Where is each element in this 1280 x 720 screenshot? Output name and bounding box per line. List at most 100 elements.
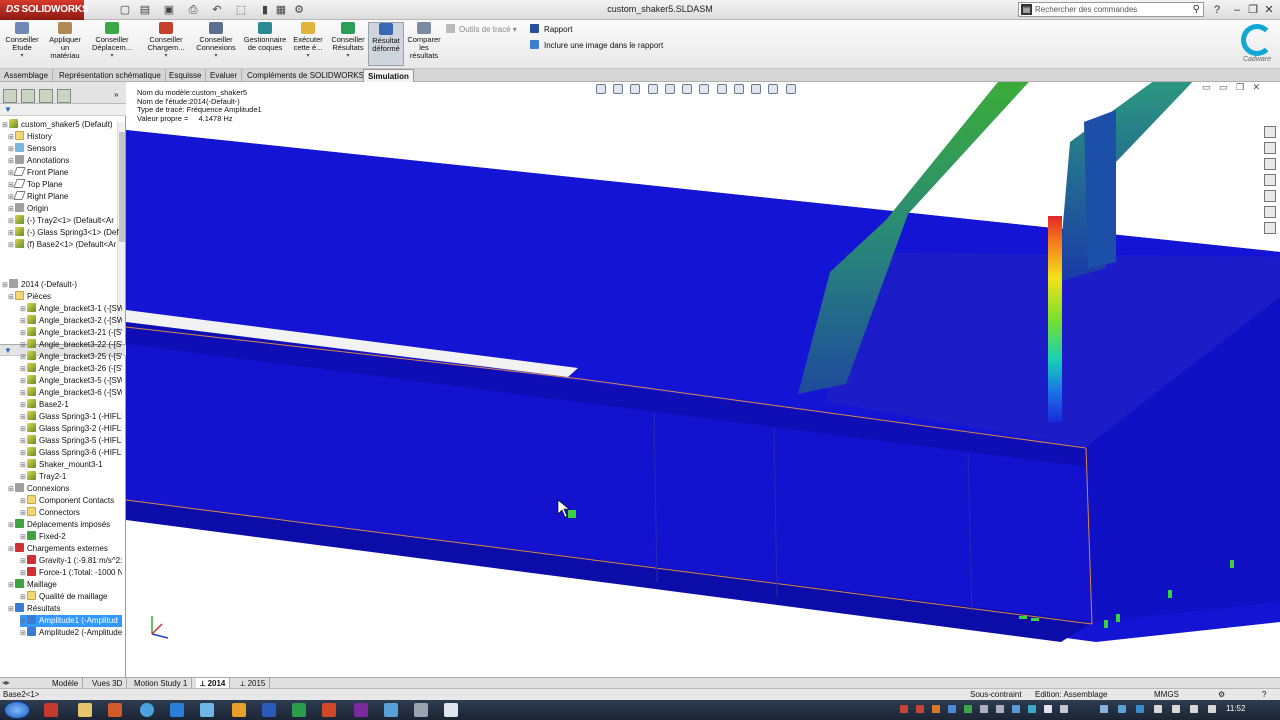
study-tree-item[interactable]: ⊞ Déplacements imposés: [8, 519, 122, 531]
print-icon[interactable]: ⎙: [186, 3, 200, 17]
tab-evaluate[interactable]: Evaluer: [206, 69, 243, 82]
expand-toggle-icon[interactable]: ⊞: [8, 292, 15, 303]
undo-icon[interactable]: ↶: [210, 3, 224, 17]
tray-app-icon[interactable]: [900, 705, 908, 713]
tab-simulation[interactable]: Simulation: [363, 69, 414, 82]
feature-tree-item[interactable]: ⊞ (f) Base2<1> (Default<Ar: [8, 239, 122, 251]
feature-tree-item[interactable]: ⊞ History: [8, 131, 122, 143]
study-tree-item[interactable]: ⊞ Connectors: [20, 507, 122, 519]
expand-toggle-icon[interactable]: ⊞: [20, 424, 27, 435]
expand-toggle-icon[interactable]: ⊞: [20, 568, 27, 579]
zoom-to-fit-icon[interactable]: [596, 84, 606, 94]
filter-icon[interactable]: ▼: [4, 346, 12, 355]
results-advisor-button[interactable]: Conseiller Résultats ▾: [329, 22, 367, 68]
study-tree-item[interactable]: ⊞ Angle_bracket3-1 (-[SW]: [20, 303, 122, 315]
study-tree-item[interactable]: ⊞ Angle_bracket3-25 (-[SW: [20, 351, 122, 363]
viewport-tile-icon[interactable]: ▭: [1219, 82, 1228, 92]
help-icon[interactable]: ?: [1210, 3, 1224, 17]
search-input[interactable]: Rechercher des commandes: [1035, 5, 1137, 14]
study-tree-item[interactable]: ⊞ Angle_bracket3-26 (-[SW: [20, 363, 122, 375]
new-document-icon[interactable]: ▢: [118, 3, 132, 17]
expand-toggle-icon[interactable]: ⊞: [20, 400, 27, 411]
start-button-icon[interactable]: [4, 701, 30, 719]
powerpoint-taskbar-icon[interactable]: [322, 703, 336, 717]
network-tray-icon[interactable]: [1154, 705, 1162, 713]
expand-toggle-icon[interactable]: ⊞: [8, 580, 15, 591]
expand-toggle-icon[interactable]: ⊞: [20, 364, 27, 375]
section-view-icon[interactable]: [647, 84, 658, 94]
expand-toggle-icon[interactable]: ⊞: [20, 532, 27, 543]
study-tree-item[interactable]: ⊞ Component Contacts: [20, 495, 122, 507]
restore-icon[interactable]: ❐: [1246, 3, 1260, 17]
file-explorer-tab-icon[interactable]: [1264, 158, 1276, 170]
tray-app-icon[interactable]: [1136, 705, 1144, 713]
study-tree-item[interactable]: ⊞ Glass Spring3-2 (-HIFLEX: [20, 423, 122, 435]
study-tree-item[interactable]: ⊞ Shaker_mount3-1: [20, 459, 122, 471]
expand-toggle-icon[interactable]: ⊞: [8, 204, 15, 215]
feature-tree-item[interactable]: ⊞ (-) Tray2<1> (Default<Ar: [8, 215, 122, 227]
expand-toggle-icon[interactable]: ⊞: [20, 388, 27, 399]
feature-tree-item[interactable]: ⊞ Annotations: [8, 155, 122, 167]
power-tray-icon[interactable]: [1190, 705, 1198, 713]
study-tree-item[interactable]: ⊞ Tray2-1: [20, 471, 122, 483]
expand-toggle-icon[interactable]: ⊞: [20, 436, 27, 447]
network-taskbar-icon[interactable]: [200, 703, 214, 717]
property-manager-tab-icon[interactable]: [21, 89, 35, 103]
custom-properties-tab-icon[interactable]: [1264, 206, 1276, 218]
zoom-area-icon[interactable]: [613, 84, 624, 94]
tray-app-icon[interactable]: [1012, 705, 1020, 713]
expand-toggle-icon[interactable]: ⊞: [20, 592, 27, 603]
tray-app-icon[interactable]: [916, 705, 924, 713]
graphics-area[interactable]: Nom du modèle:custom_shaker5 Nom de l'ét…: [126, 82, 1280, 677]
expand-toggle-icon[interactable]: ⊞: [8, 240, 15, 251]
expand-toggle-icon[interactable]: ⊞: [20, 472, 27, 483]
study-tree-item[interactable]: ⊞ Fixed-2: [20, 531, 122, 543]
tab-schematic[interactable]: Représentation schématique: [55, 69, 166, 82]
save-icon[interactable]: ▣: [162, 3, 176, 17]
expand-toggle-icon[interactable]: ⊞: [20, 556, 27, 567]
file-properties-icon[interactable]: ▦: [274, 3, 288, 17]
apply-scene-icon[interactable]: [751, 84, 762, 94]
study-tree-item[interactable]: ⊞ Gravity-1 (:-9.81 m/s^2:): [20, 555, 122, 567]
tray-app-icon[interactable]: [1044, 705, 1052, 713]
display-style-icon[interactable]: [699, 84, 710, 94]
internet-explorer-taskbar-icon[interactable]: [170, 703, 184, 717]
tray-app-icon[interactable]: [1100, 705, 1108, 713]
excel-taskbar-icon[interactable]: [292, 703, 306, 717]
expand-toggle-icon[interactable]: ⊞: [2, 280, 9, 291]
study-tree-item[interactable]: ⊞ Maillage: [8, 579, 122, 591]
expand-toggle-icon[interactable]: ⊞: [8, 132, 15, 143]
expand-toggle-icon[interactable]: ⊞: [20, 376, 27, 387]
viewport-minimize-icon[interactable]: ▭: [1202, 82, 1211, 92]
expand-toggle-icon[interactable]: ⊞: [20, 316, 27, 327]
tools-taskbar-icon[interactable]: [414, 703, 428, 717]
configuration-tab-icon[interactable]: [39, 89, 53, 103]
expand-toggle-icon[interactable]: ⊞: [8, 228, 15, 239]
feature-tree-item[interactable]: ⊞ Right Plane: [8, 191, 122, 203]
tray-app-icon[interactable]: [964, 705, 972, 713]
result-color-legend[interactable]: [1048, 216, 1062, 422]
report-button[interactable]: Rapport: [530, 24, 572, 34]
shell-manager-button[interactable]: Gestionnaire de coques: [241, 22, 289, 68]
expand-toggle-icon[interactable]: ⊞: [20, 496, 27, 507]
display-pane-icon[interactable]: [785, 84, 796, 94]
tray-app-icon[interactable]: [996, 705, 1004, 713]
include-image-button[interactable]: Inclure une image dans le rapport: [530, 40, 663, 50]
hide-show-icon[interactable]: [716, 84, 727, 94]
filter-icon[interactable]: ▼: [4, 105, 12, 114]
tab-assembly[interactable]: Assemblage: [0, 69, 54, 82]
view-orientation-icon[interactable]: [682, 84, 693, 94]
loads-advisor-button[interactable]: Conseiller Chargem... ▾: [141, 22, 191, 68]
tray-app-icon[interactable]: [980, 705, 988, 713]
solidworks-taskbar-icon[interactable]: [44, 703, 58, 717]
tab-addins[interactable]: Compléments de SOLIDWORKS: [243, 69, 369, 82]
expand-toggle-icon[interactable]: ⊞: [8, 520, 15, 531]
expand-toggle-icon[interactable]: ⊞: [8, 604, 15, 615]
study-tree-item[interactable]: ⊞ Amplitude2 (-Amplitude: [20, 627, 122, 639]
expand-toggle-icon[interactable]: ⊞: [8, 216, 15, 227]
volume-tray-icon[interactable]: [1172, 705, 1180, 713]
feature-tree-item[interactable]: ⊞ Front Plane: [8, 167, 122, 179]
expand-toggle-icon[interactable]: ⊞: [20, 628, 27, 639]
close-icon[interactable]: ✕: [1262, 3, 1276, 17]
run-study-button[interactable]: Exécuter cette é... ▾: [291, 22, 325, 68]
